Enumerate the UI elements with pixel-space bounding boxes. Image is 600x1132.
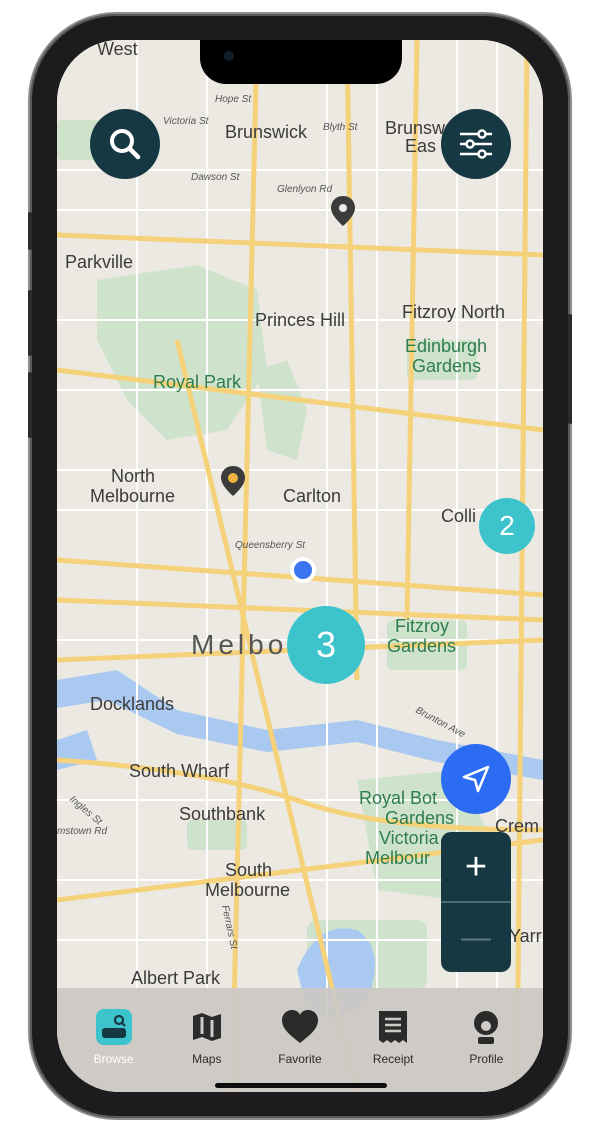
zoom-out-button[interactable]: — [441,903,511,972]
tab-browse[interactable]: Browse [71,988,157,1092]
label-south-melb-2: Melbourne [205,880,290,900]
home-indicator [215,1083,387,1088]
label-north-melb-1: North [111,466,155,486]
cluster-marker-large[interactable]: 3 [287,606,365,684]
minus-icon: — [461,920,491,954]
label-brunswick-east-1: Brunsw [385,118,446,138]
screen: West Hope St Victoria St Brunswick Blyth… [57,40,543,1092]
locate-me-button[interactable] [441,744,511,814]
label-southbank: Southbank [179,804,266,824]
label-docklands: Docklands [90,694,174,714]
tab-receipt-label: Receipt [372,1052,414,1066]
label-royal-bot-2: Gardens [385,808,454,828]
label-dawson-st: Dawson St [191,172,241,183]
label-south-wharf: South Wharf [129,761,230,781]
label-blyth-st: Blyth St [323,122,359,133]
volume-up-button [28,290,32,356]
plus-icon: + [464,845,488,888]
tab-favorite[interactable]: Favorite [257,988,343,1092]
label-princes-hill: Princes Hill [255,310,345,330]
heart-icon [280,1008,320,1046]
volume-down-button [28,372,32,438]
search-icon [110,129,141,160]
map-icon [187,1008,227,1046]
label-victoria-st: Victoria St [163,116,210,127]
tab-profile[interactable]: Profile [443,988,529,1092]
label-brunswick: Brunswick [225,122,308,142]
label-queensberry-st: Queensberry St [235,540,306,551]
tab-bar: Browse Maps Favorite Receipt Profile [57,988,543,1092]
zoom-in-button[interactable]: + [441,832,511,901]
label-royal-park: Royal Park [153,372,242,392]
label-carlton: Carlton [283,486,341,506]
camera-dot [224,51,234,61]
cluster-marker-small[interactable]: 2 [479,498,535,554]
current-location-dot [290,557,316,583]
label-yarr: Yarr [509,926,542,946]
browse-icon [94,1008,134,1046]
tab-maps-label: Maps [192,1052,222,1066]
label-melbourne: Melbo [191,629,287,660]
label-albert-park: Albert Park [131,968,221,988]
label-royal-bot-4: Melbour [365,848,430,868]
label-royal-bot-1: Royal Bot [359,788,437,808]
tab-maps[interactable]: Maps [164,988,250,1092]
label-hope-st: Hope St [215,94,252,105]
tab-browse-label: Browse [93,1052,134,1066]
navigation-arrow-icon [462,765,490,793]
tab-favorite-label: Favorite [278,1052,322,1066]
label-parkville: Parkville [65,252,133,272]
label-edinburgh-1: Edinburgh [405,336,487,356]
label-fitzroy-north: Fitzroy North [402,302,505,322]
filter-button[interactable] [441,109,511,179]
label-brunswick-east-2: Eas [405,136,436,156]
label-south-melb-1: South [225,860,272,880]
tab-profile-label: Profile [469,1052,504,1066]
search-button[interactable] [90,109,160,179]
receipt-icon [373,1008,413,1046]
label-glenlyon-rd: Glenlyon Rd [277,184,332,195]
mute-switch [28,212,32,250]
label-royal-bot-3: Victoria [379,828,440,848]
zoom-control: + — [441,832,511,972]
profile-icon [466,1008,506,1046]
label-colli: Colli [441,506,476,526]
label-fitzroy-gardens-2: Gardens [387,636,456,656]
label-west: West [97,40,138,59]
sliders-icon [460,129,492,159]
label-north-melb-2: Melbourne [90,486,175,506]
power-button [568,314,572,424]
label-mstown-rd: mstown Rd [57,826,107,837]
label-edinburgh-2: Gardens [412,356,481,376]
notch [200,40,402,84]
tab-receipt[interactable]: Receipt [350,988,436,1092]
label-fitzroy-gardens-1: Fitzroy [395,616,449,636]
